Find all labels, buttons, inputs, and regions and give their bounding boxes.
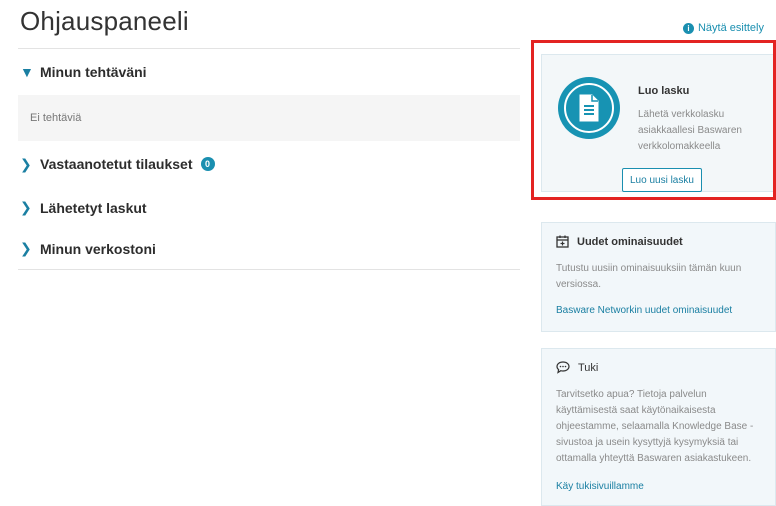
features-title: Uudet ominaisuudet [577, 235, 683, 248]
section-label: Minun tehtäväni [40, 64, 147, 80]
new-features-card: Uudet ominaisuudet Tutustu uusiin ominai… [541, 222, 776, 332]
section-received-orders[interactable]: ❯ Vastaanotetut tilaukset 0 [18, 141, 520, 187]
features-header: Uudet ominaisuudet [556, 235, 683, 248]
chevron-down-icon: ▼ [20, 64, 34, 80]
orders-count-badge: 0 [200, 157, 215, 171]
section-label: Minun verkostoni [40, 240, 156, 257]
highlight-frame [531, 40, 776, 200]
features-text: Tutustu uusiin ominaisuuksiin tämän kuun… [556, 263, 742, 290]
chevron-right-icon: ❯ [20, 199, 32, 215]
calendar-icon [556, 235, 569, 248]
tour-link-label: Näytä esittely [697, 22, 764, 34]
features-link[interactable]: Basware Networkin uudet ominaisuudet [556, 305, 732, 316]
support-title: Tuki [578, 361, 599, 374]
section-my-network[interactable]: ❯ Minun verkostoni [18, 228, 520, 269]
chevron-right-icon: ❯ [20, 240, 32, 256]
dashboard-sections: ▼ Minun tehtäväni Ei tehtäviä ❯ Vastaano… [18, 48, 520, 270]
section-sent-invoices[interactable]: ❯ Lähetetyt laskut [18, 187, 520, 228]
support-text: Tarvitsetko apua? Tietoja palvelun käytt… [556, 389, 754, 464]
divider [18, 269, 520, 270]
info-icon: i [682, 22, 694, 34]
page-title: Ohjauspaneeli [20, 6, 189, 36]
tasks-empty-state: Ei tehtäviä [18, 95, 520, 141]
section-label: Vastaanotetut tilaukset [40, 156, 193, 172]
support-header: Tuki [556, 361, 598, 374]
chat-bubble-icon [556, 361, 570, 374]
support-link[interactable]: Käy tukisivuillamme [556, 481, 644, 492]
section-my-tasks[interactable]: ▼ Minun tehtäväni [18, 49, 520, 95]
show-tour-link[interactable]: i Näytä esittely [682, 22, 764, 34]
section-label: Lähetetyt laskut [40, 199, 147, 216]
support-card: Tuki Tarvitsetko apua? Tietoja palvelun … [541, 348, 776, 506]
chevron-right-icon: ❯ [20, 155, 32, 172]
